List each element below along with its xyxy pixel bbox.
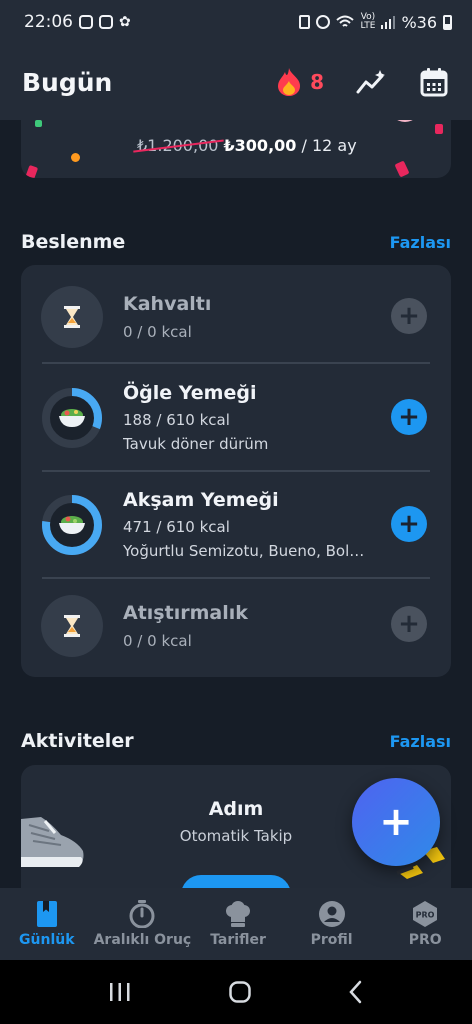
meal-name: Öğle Yemeği (123, 382, 257, 404)
meal-row-breakfast[interactable]: Kahvaltı 0 / 0 kcal + (21, 265, 451, 371)
meal-detail: Tavuk döner dürüm (123, 435, 269, 453)
system-nav-bar (0, 960, 472, 1024)
calendar-button[interactable] (418, 66, 450, 98)
app-header: Bugün 8 (0, 44, 472, 120)
recent-apps-icon[interactable] (108, 981, 132, 1003)
divider (42, 362, 430, 364)
price-period: / 12 ay (296, 136, 357, 155)
promo-price: ₺1.200,00 ₺300,00 / 12 ay (137, 136, 357, 155)
streak-button[interactable]: 8 (276, 67, 324, 97)
divider (42, 577, 430, 579)
add-fab-button[interactable]: + (352, 778, 440, 866)
trend-sparkle-icon (356, 70, 385, 94)
chef-hat-icon (224, 900, 252, 928)
meal-name: Atıştırmalık (123, 602, 248, 624)
plus-icon: + (379, 799, 413, 845)
diary-icon (33, 900, 61, 928)
confetti-decoration (35, 120, 42, 127)
meal-kcal: 0 / 0 kcal (123, 632, 192, 650)
salad-bowl-icon (41, 387, 103, 449)
nav-label: Profil (310, 932, 353, 948)
confetti-decoration (389, 120, 421, 122)
plus-icon: + (398, 402, 420, 432)
confetti-decoration (24, 164, 39, 178)
profile-icon (318, 900, 346, 928)
new-price: ₺300,00 (223, 136, 297, 155)
streak-count: 8 (310, 70, 324, 94)
nav-item-profile[interactable]: Profil (285, 888, 379, 960)
flame-icon (278, 68, 301, 96)
steps-connect-button[interactable] (181, 875, 291, 888)
back-icon[interactable] (348, 980, 364, 1004)
nutrition-more-link[interactable]: Fazlası (390, 233, 451, 252)
confetti-decoration (71, 153, 80, 162)
bottom-nav: Günlük Aralıklı Oruç Tarifler Profil PRO… (0, 888, 472, 960)
nav-label: PRO (408, 932, 442, 948)
battery-icon (443, 14, 452, 30)
confetti-decoration (394, 160, 410, 178)
main-scroll[interactable]: ₺1.200,00 ₺300,00 / 12 ay Beslenme Fazla… (0, 120, 472, 888)
page-title: Bugün (22, 67, 113, 97)
meals-card: Kahvaltı 0 / 0 kcal + Öğle Yemeği 188 / … (21, 265, 451, 677)
wifi-icon (336, 15, 355, 27)
add-breakfast-button[interactable]: + (391, 298, 427, 334)
meal-row-lunch[interactable]: Öğle Yemeği 188 / 610 kcal Tavuk döner d… (21, 365, 451, 471)
meal-name: Kahvaltı (123, 293, 212, 315)
meal-kcal: 471 / 610 kcal (123, 518, 230, 536)
home-icon[interactable] (228, 980, 252, 1004)
add-dinner-button[interactable]: + (391, 506, 427, 542)
salad-bowl-icon (41, 494, 103, 556)
activities-section-title: Aktiviteler (21, 730, 134, 752)
activities-more-link[interactable]: Fazlası (390, 732, 451, 751)
alarm-icon (316, 15, 331, 29)
signal-icon (381, 16, 396, 29)
nav-item-diary[interactable]: Günlük (0, 888, 94, 960)
plus-icon: + (398, 509, 420, 539)
notification-icon: ✿ (119, 14, 131, 30)
volte-icon: Vo) LTE (360, 12, 376, 31)
nav-label: Günlük (19, 932, 75, 948)
svg-text:PRO: PRO (416, 911, 435, 920)
meal-row-snack[interactable]: Atıştırmalık 0 / 0 kcal + (21, 580, 451, 686)
meal-row-dinner[interactable]: Akşam Yemeği 471 / 610 kcal Yoğurtlu Sem… (21, 472, 451, 578)
meal-kcal: 0 / 0 kcal (123, 323, 192, 341)
old-price: ₺1.200,00 (137, 136, 219, 155)
trends-button[interactable] (356, 66, 388, 98)
confetti-decoration (435, 124, 443, 134)
stopwatch-icon (128, 900, 156, 928)
nav-item-recipes[interactable]: Tarifler (191, 888, 285, 960)
meal-detail: Yoğurtlu Semizotu, Bueno, Bolo… (123, 542, 373, 560)
nav-item-fasting[interactable]: Aralıklı Oruç (93, 888, 192, 960)
pro-badge-icon: PRO (411, 900, 439, 928)
nav-label: Tarifler (210, 932, 266, 948)
meal-name: Akşam Yemeği (123, 489, 279, 511)
lock-icon (299, 15, 311, 29)
plus-icon: + (398, 609, 420, 639)
plus-icon: + (398, 301, 420, 331)
calendar-icon (420, 68, 448, 97)
nav-item-pro[interactable]: PRO PRO (378, 888, 472, 960)
add-snack-button[interactable]: + (391, 606, 427, 642)
hourglass-icon (41, 595, 103, 657)
battery-percent: %36 (401, 12, 437, 32)
instagram-icon (99, 15, 113, 29)
nav-label: Aralıklı Oruç (93, 932, 192, 948)
promo-card[interactable]: ₺1.200,00 ₺300,00 / 12 ay (21, 120, 451, 178)
add-lunch-button[interactable]: + (391, 399, 427, 435)
nutrition-section-title: Beslenme (21, 231, 126, 253)
status-bar: 22:06 ✿ Vo) LTE %36 (0, 0, 472, 44)
hourglass-icon (41, 286, 103, 348)
status-time: 22:06 (24, 12, 73, 32)
meal-kcal: 188 / 610 kcal (123, 411, 230, 429)
instagram-icon (79, 15, 93, 29)
